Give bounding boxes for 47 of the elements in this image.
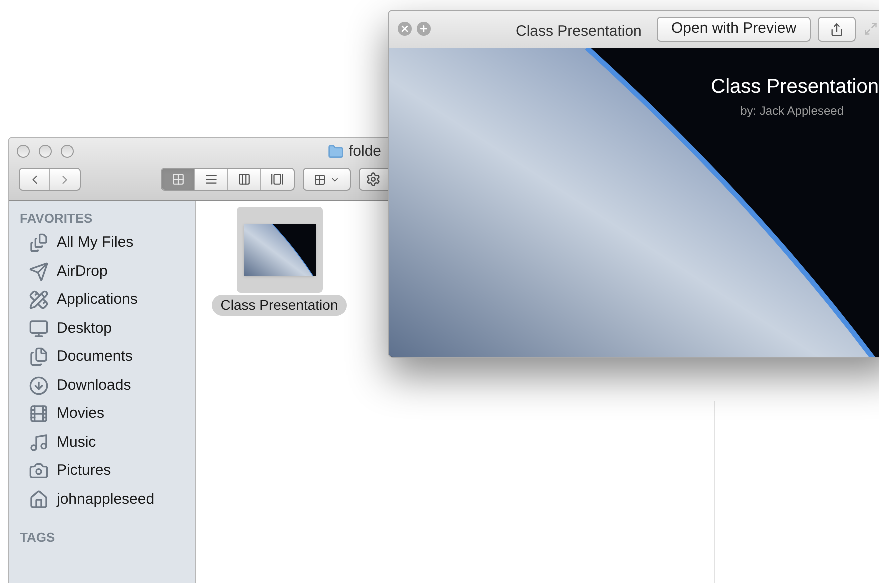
house-icon [29, 490, 49, 510]
columns-icon [238, 173, 250, 186]
settings-icon [366, 172, 381, 187]
arrange-button[interactable] [303, 168, 351, 191]
close-button[interactable] [398, 22, 412, 36]
sidebar-item[interactable]: Movies [9, 400, 195, 428]
window-control-button[interactable] [39, 145, 52, 158]
sidebar-item[interactable]: Pictures [9, 457, 195, 486]
film-icon [29, 404, 49, 424]
share-icon [830, 22, 844, 36]
documents-icon [29, 347, 49, 368]
list-icon [204, 173, 218, 186]
sidebar-heading: TAGS [19, 529, 56, 547]
sidebar-item[interactable]: Downloads [9, 372, 195, 400]
file-stack-icon [29, 233, 49, 254]
expand-icon[interactable] [864, 22, 878, 36]
slide-subtitle: by: Jack Appleseed [740, 103, 844, 120]
file-name: Class Presentation [212, 295, 348, 316]
window-control-button[interactable] [61, 145, 74, 158]
action-button[interactable] [359, 168, 389, 191]
file-item[interactable]: Class Presentation [207, 207, 352, 316]
cover-flow-icon [271, 173, 284, 186]
window-title: folde [349, 142, 382, 162]
camera-icon [29, 461, 49, 482]
close-icon [400, 24, 410, 34]
sidebar-item[interactable]: Applications [9, 286, 195, 314]
slide-title: Class Presentation [711, 75, 879, 100]
grid-icon [172, 173, 184, 186]
download-icon [29, 376, 49, 396]
ruler-pencil-icon [29, 290, 49, 310]
sidebar-item[interactable]: Documents [9, 343, 195, 372]
sidebar-item[interactable]: Desktop [9, 314, 195, 343]
fullscreen-button[interactable] [417, 22, 431, 36]
slide-thumbnail-drawing [244, 224, 316, 276]
share-button[interactable] [818, 17, 856, 42]
plus-icon [419, 24, 429, 34]
sidebar-item[interactable]: All My Files [9, 229, 195, 258]
grid-icon [314, 174, 326, 186]
sidebar-item[interactable]: johnappleseed [9, 486, 195, 514]
sidebar-item[interactable]: AirDrop [9, 258, 195, 286]
open-with-preview-button[interactable]: Open with Preview [657, 17, 811, 42]
sidebar-item[interactable]: Music [9, 428, 195, 457]
music-note-icon [29, 432, 49, 453]
sidebar-heading: FAVORITES [19, 210, 94, 228]
window-title: Class Presentation [516, 22, 642, 42]
folder-icon [327, 144, 345, 160]
window-control-button[interactable] [17, 145, 30, 158]
